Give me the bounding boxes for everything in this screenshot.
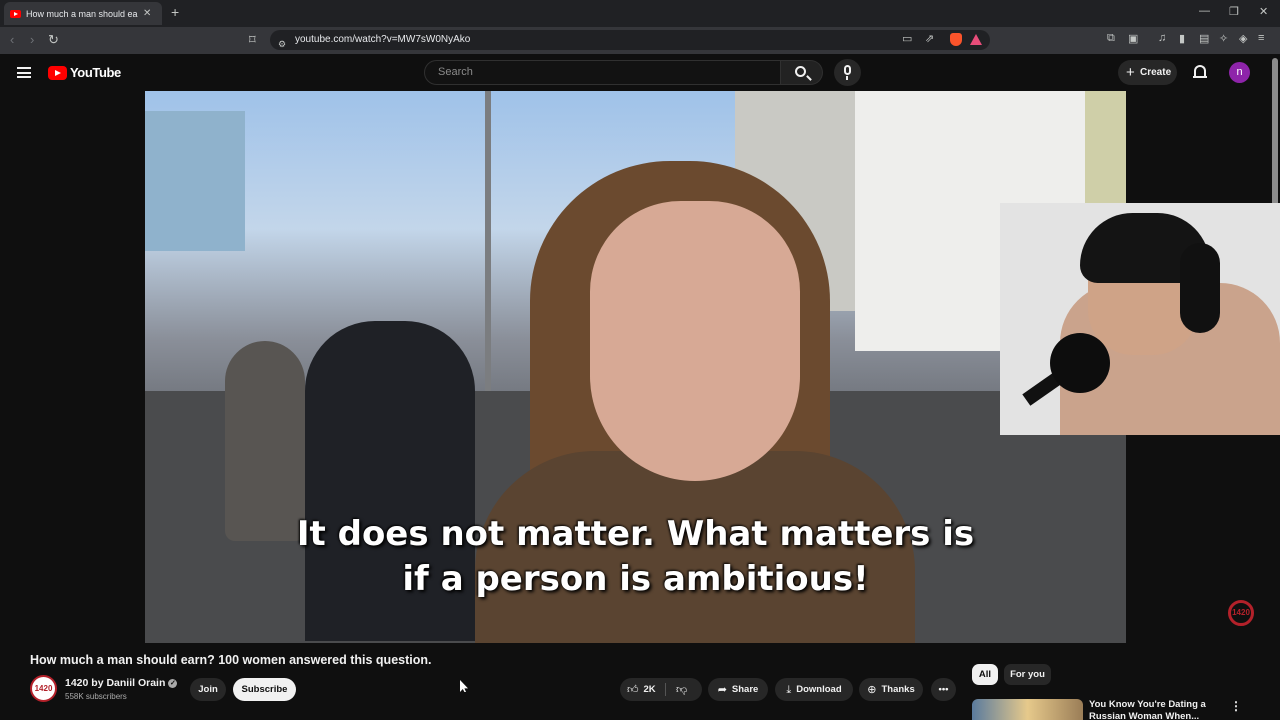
interviewee-face — [590, 201, 800, 481]
scene-building — [145, 111, 245, 251]
brave-rewards-icon[interactable] — [970, 34, 982, 45]
microphone-icon — [1050, 333, 1110, 393]
reload-icon[interactable]: ↻ — [48, 32, 59, 48]
thumbs-up-icon: 👍︎ — [627, 684, 639, 696]
share-label: Share — [731, 684, 759, 695]
notifications-icon[interactable] — [1193, 65, 1207, 78]
like-count: 2K — [643, 684, 656, 695]
verified-badge-icon: ✓ — [168, 679, 178, 688]
related-video-menu-icon[interactable]: ⋮ — [1230, 699, 1242, 713]
chip-all[interactable]: All — [972, 664, 998, 685]
close-tab-icon[interactable]: ✕ — [143, 8, 151, 19]
url-text: youtube.com/watch?v=MW7sW0NyAko — [295, 34, 471, 45]
super-thanks-icon: ⊕ — [867, 684, 877, 696]
like-button[interactable]: 👍︎ 2K — [627, 678, 656, 702]
create-label: Create — [1140, 67, 1172, 78]
leo-ai-icon[interactable]: ✧ — [1219, 32, 1228, 45]
webcam-overlay — [1000, 203, 1280, 435]
browser-menu-icon[interactable]: ≡ — [1258, 32, 1264, 44]
share-button[interactable]: ➦ Share — [708, 678, 768, 701]
related-video-title[interactable]: You Know You're Dating a Russian Woman W… — [1089, 699, 1214, 720]
site-info-icon[interactable]: ⚙ — [278, 34, 286, 54]
scene-pole — [485, 91, 491, 391]
chip-for-you[interactable]: For you — [1004, 664, 1051, 685]
like-dislike-group: 👍︎ 2K 👎︎ — [620, 678, 702, 701]
plus-icon: + — [1126, 64, 1135, 81]
media-icon[interactable]: ♫ — [1158, 32, 1166, 44]
thanks-label: Thanks — [881, 684, 915, 695]
dislike-button[interactable]: 👎︎ — [676, 678, 692, 702]
search-button[interactable] — [781, 60, 823, 85]
search-input[interactable]: Search — [424, 60, 781, 85]
brave-shields-icon[interactable] — [950, 33, 962, 46]
screenshot-icon[interactable]: ▣ — [1128, 32, 1138, 45]
guide-menu-icon[interactable] — [17, 67, 31, 78]
video-title: How much a man should earn? 100 women an… — [30, 653, 432, 667]
browser-tab-strip: How much a man should earn? 100 women an… — [0, 0, 1280, 27]
wallet-icon[interactable]: ▤ — [1199, 32, 1209, 45]
download-icon: ⤓ — [786, 684, 792, 696]
more-actions-button[interactable]: ••• — [931, 678, 956, 701]
search-icon — [795, 66, 806, 77]
youtube-logo-icon — [48, 65, 67, 80]
video-caption: It does not matter. What matters is if a… — [145, 512, 1126, 602]
subscriber-count: 558K subscribers — [65, 692, 127, 701]
account-avatar[interactable]: n — [1229, 62, 1250, 83]
browser-tab-title: How much a man should earn? 100 women an… — [26, 8, 138, 19]
share-page-icon[interactable]: ⇗ — [925, 32, 934, 45]
browser-tab[interactable]: How much a man should earn? 100 women an… — [4, 2, 162, 25]
share-arrow-icon: ➦ — [717, 684, 727, 696]
new-tab-button[interactable]: + — [171, 4, 179, 20]
related-video-thumbnail[interactable] — [972, 699, 1083, 720]
extensions-icon[interactable]: ⧉ — [1107, 32, 1115, 45]
scene-pedestrian — [225, 341, 305, 541]
microphone-icon — [844, 65, 851, 75]
thanks-button[interactable]: ⊕ Thanks — [859, 678, 923, 701]
restore-window-icon[interactable]: ❐ — [1229, 5, 1239, 18]
minimize-window-icon[interactable]: — — [1199, 5, 1210, 17]
microphone-stem — [846, 76, 848, 80]
back-icon[interactable]: ‹ — [10, 32, 14, 47]
sidebar-icon[interactable]: ▮ — [1179, 32, 1185, 45]
download-button[interactable]: ⤓ Download — [775, 678, 853, 701]
page-scrollbar[interactable] — [1272, 58, 1278, 208]
divider — [665, 683, 666, 696]
bookmark-icon[interactable]: ⌑ — [249, 32, 256, 48]
mouse-cursor-icon — [460, 680, 468, 692]
subscribe-button[interactable]: Subscribe — [233, 678, 296, 701]
download-label: Download — [796, 684, 842, 695]
headphones-icon — [1180, 243, 1220, 333]
close-window-icon[interactable]: ✕ — [1259, 5, 1268, 18]
channel-watermark[interactable]: 1420 — [1228, 600, 1254, 626]
address-bar[interactable]: ⚙ youtube.com/watch?v=MW7sW0NyAko — [270, 30, 990, 50]
scene-building — [1085, 91, 1126, 211]
create-button[interactable]: + Create — [1118, 60, 1177, 85]
vpn-icon[interactable]: ◈ — [1239, 32, 1247, 45]
cast-icon[interactable]: ▭ — [902, 32, 912, 45]
caption-line: It does not matter. What matters is — [296, 514, 975, 554]
voice-search-button[interactable] — [834, 59, 861, 86]
caption-line: if a person is ambitious! — [402, 559, 869, 599]
youtube-favicon-icon — [10, 9, 21, 18]
thumbs-down-icon: 👎︎ — [676, 684, 688, 696]
youtube-logo-text: YouTube — [70, 65, 121, 80]
join-button[interactable]: Join — [190, 678, 226, 701]
youtube-logo[interactable]: YouTube — [48, 65, 121, 80]
channel-name[interactable]: 1420 by Daniil Orain ✓ — [65, 677, 178, 689]
channel-name-text[interactable]: 1420 by Daniil Orain — [65, 677, 165, 689]
channel-avatar[interactable]: 1420 — [30, 675, 57, 702]
forward-icon[interactable]: › — [30, 32, 34, 47]
